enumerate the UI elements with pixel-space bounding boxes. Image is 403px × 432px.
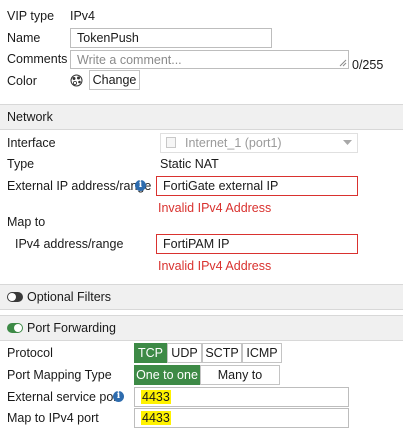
optional-filters-title: Optional Filters xyxy=(27,290,112,304)
color-change-button[interactable]: Change xyxy=(89,70,140,90)
comments-label: Comments xyxy=(7,52,68,66)
external-ip-input[interactable]: FortiGate external IP xyxy=(156,176,358,196)
comments-counter: 0/255 xyxy=(352,58,384,72)
vip-type-value: IPv4 xyxy=(70,9,96,23)
external-ip-error: Invalid IPv4 Address xyxy=(158,201,272,215)
type-value: Static NAT xyxy=(160,157,219,171)
resize-handle-icon[interactable] xyxy=(339,59,347,67)
palette-icon xyxy=(70,74,83,87)
protocol-label: Protocol xyxy=(7,346,53,360)
comments-textarea[interactable]: Write a comment... xyxy=(70,50,349,69)
map-to-label: Map to xyxy=(7,215,46,229)
vip-type-label: VIP type xyxy=(7,9,55,23)
external-service-port-input[interactable]: 4433 xyxy=(134,387,349,407)
ipv4-range-input-value: FortiPAM IP xyxy=(163,237,230,251)
external-service-port-value: 4433 xyxy=(141,390,171,404)
port-forwarding-title: Port Forwarding xyxy=(27,321,116,335)
network-section-title: Network xyxy=(7,110,53,124)
map-to-ipv4-port-input[interactable]: 4433 xyxy=(134,408,349,428)
map-to-ipv4-port-label: Map to IPv4 port xyxy=(7,411,99,425)
protocol-sctp-button[interactable]: SCTP xyxy=(202,343,242,363)
name-input[interactable]: TokenPush xyxy=(70,28,272,48)
external-ip-info-icon[interactable]: i xyxy=(135,180,146,191)
optional-filters-section-header: Optional Filters xyxy=(0,284,403,310)
protocol-tcp-button[interactable]: TCP xyxy=(134,343,167,363)
color-label: Color xyxy=(7,74,37,88)
mapping-many-to-many-button[interactable]: Many to many xyxy=(200,365,280,400)
name-label: Name xyxy=(7,31,41,45)
port-forwarding-toggle[interactable] xyxy=(7,323,23,333)
external-service-port-info-icon[interactable]: i xyxy=(113,391,124,402)
ipv4-range-label: IPv4 address/range xyxy=(15,237,124,251)
external-ip-label: External IP address/range xyxy=(7,179,152,193)
external-ip-input-value: FortiGate external IP xyxy=(163,179,279,193)
type-label: Type xyxy=(7,157,35,171)
comments-placeholder: Write a comment... xyxy=(77,53,182,67)
protocol-icmp-button[interactable]: ICMP xyxy=(242,343,282,363)
interface-select-value: Internet_1 (port1) xyxy=(185,136,282,150)
chevron-down-icon xyxy=(343,140,352,145)
protocol-udp-button[interactable]: UDP xyxy=(167,343,202,363)
port-mapping-type-label: Port Mapping Type xyxy=(7,368,112,382)
network-section-header: Network xyxy=(0,104,403,130)
ipv4-range-input[interactable]: FortiPAM IP xyxy=(156,234,358,254)
ipv4-range-error: Invalid IPv4 Address xyxy=(158,259,272,273)
mapping-one-to-one-button[interactable]: One to one xyxy=(134,365,200,385)
external-service-port-label: External service port xyxy=(7,390,121,404)
port-icon xyxy=(166,137,176,148)
map-to-ipv4-port-value: 4433 xyxy=(141,411,171,425)
name-input-value: TokenPush xyxy=(77,31,139,45)
interface-select[interactable]: Internet_1 (port1) xyxy=(160,133,358,153)
port-forwarding-section-header: Port Forwarding xyxy=(0,315,403,341)
optional-filters-toggle[interactable] xyxy=(7,292,23,302)
interface-label: Interface xyxy=(7,136,56,150)
